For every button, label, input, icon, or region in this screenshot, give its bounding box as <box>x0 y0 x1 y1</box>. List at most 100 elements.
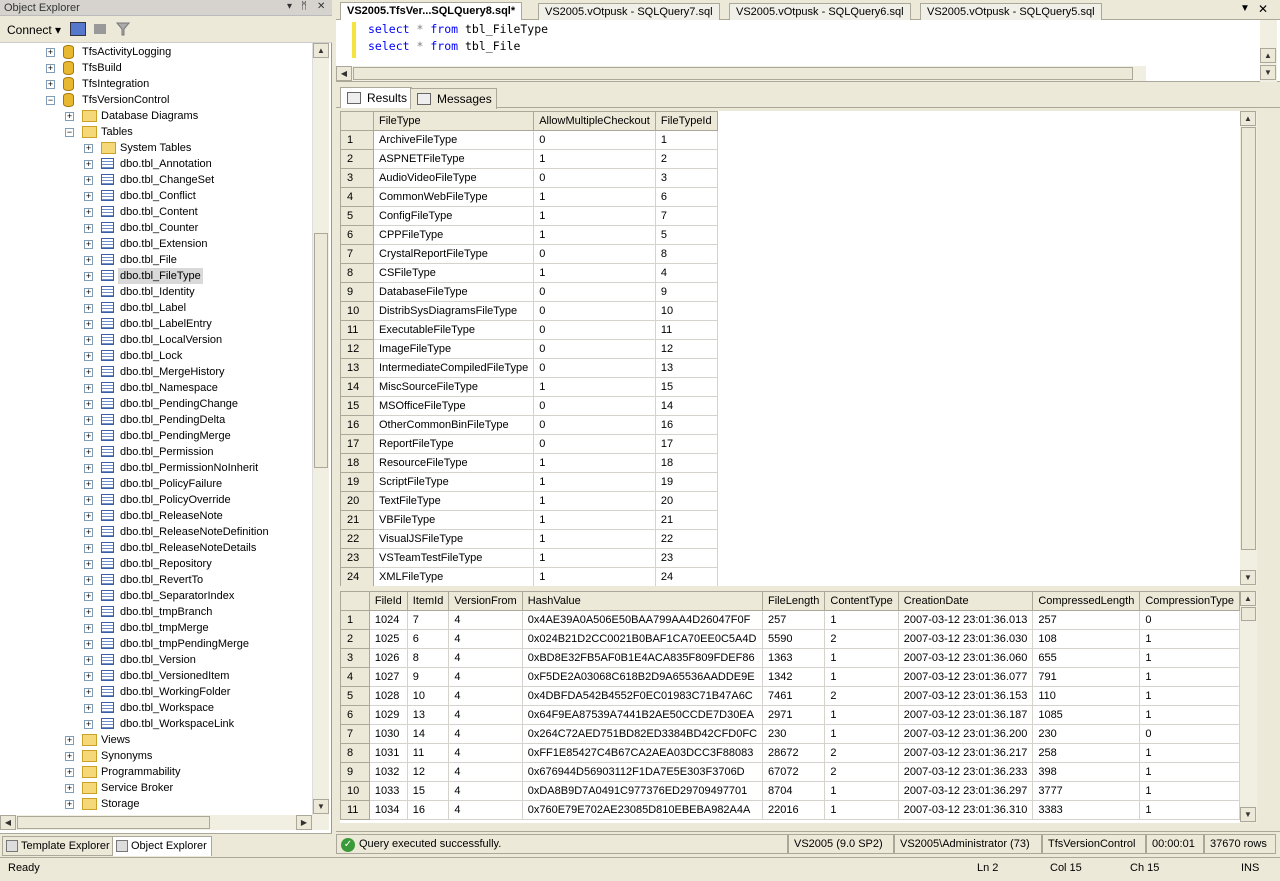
expand-icon[interactable]: + <box>84 656 93 665</box>
table-row[interactable]: 21 VBFileType 1 21 <box>340 510 718 530</box>
row-number[interactable]: 12 <box>340 339 374 359</box>
grid-cell[interactable]: 1 <box>1139 686 1240 706</box>
window-position-icon[interactable]: ▾ <box>287 1 292 12</box>
tree-node[interactable]: + Synonyms <box>0 748 312 764</box>
table-row[interactable]: 4 CommonWebFileType 1 6 <box>340 187 718 207</box>
expand-icon[interactable]: + <box>84 512 93 521</box>
grid-cell[interactable]: ArchiveFileType <box>372 130 535 150</box>
grid-cell[interactable]: 1026 <box>368 648 408 668</box>
expand-icon[interactable]: + <box>84 640 93 649</box>
expand-icon[interactable]: + <box>84 144 93 153</box>
row-number[interactable]: 3 <box>340 648 370 668</box>
row-number[interactable]: 6 <box>340 705 370 725</box>
tree-node-label[interactable]: dbo.tbl_PermissionNoInherit <box>118 460 260 476</box>
row-number[interactable]: 13 <box>340 358 374 378</box>
grid-cell[interactable]: 4 <box>448 629 523 649</box>
row-number[interactable]: 10 <box>340 301 374 321</box>
tree-node[interactable]: + Programmability <box>0 764 312 780</box>
scroll-left-arrow-icon[interactable]: ◀ <box>336 66 352 81</box>
grid-cell[interactable]: ExecutableFileType <box>372 320 535 340</box>
column-header[interactable]: VersionFrom <box>448 591 523 611</box>
grid-cell[interactable]: 0x760E79E702AE23085D810EBEBA982A4A <box>521 800 764 820</box>
scroll-thumb[interactable] <box>1241 607 1256 621</box>
grid-cell[interactable]: VSTeamTestFileType <box>372 548 535 568</box>
grid-cell[interactable]: 1 <box>533 453 656 473</box>
grid-cell[interactable]: 1 <box>1139 781 1240 801</box>
row-number[interactable]: 4 <box>340 667 370 687</box>
grid-cell[interactable]: 13 <box>406 705 450 725</box>
expand-icon[interactable]: + <box>84 688 93 697</box>
grid-cell[interactable]: 4 <box>448 724 523 744</box>
grid-cell[interactable]: 2 <box>824 762 899 782</box>
grid-cell[interactable]: 0 <box>533 244 656 264</box>
tree-node-label[interactable]: dbo.tbl_PendingChange <box>118 396 240 412</box>
grid-cell[interactable]: 5 <box>654 225 718 245</box>
table-row[interactable]: 8 1031 11 4 0xFF1E85427C4B67CA2AEA03DCC3F880… <box>340 743 1240 763</box>
grid-cell[interactable]: 0 <box>533 130 656 150</box>
expand-icon[interactable]: + <box>65 752 74 761</box>
tree-node-label[interactable]: dbo.tbl_VersionedItem <box>118 668 231 684</box>
grid-cell[interactable]: 258 <box>1032 743 1141 763</box>
row-number[interactable]: 14 <box>340 377 374 397</box>
collapse-icon[interactable]: − <box>65 128 74 137</box>
column-header[interactable]: FileTypeId <box>654 111 718 131</box>
expand-icon[interactable]: + <box>65 800 74 809</box>
grid-cell[interactable]: 6 <box>406 629 450 649</box>
grid-cell[interactable]: 10 <box>654 301 718 321</box>
table-row[interactable]: 5 1028 10 4 0x4DBFDA542B4552F0EC01983C71B47A… <box>340 686 1240 706</box>
grid-cell[interactable]: 19 <box>654 472 718 492</box>
grid-cell[interactable]: CommonWebFileType <box>372 187 535 207</box>
grid-cell[interactable]: 15 <box>406 781 450 801</box>
grid-cell[interactable]: 2007-03-12 23:01:36.217 <box>897 743 1034 763</box>
grid-cell[interactable]: 230 <box>762 724 826 744</box>
grid-cell[interactable]: 0 <box>533 434 656 454</box>
table-row[interactable]: 7 CrystalReportFileType 0 8 <box>340 244 718 264</box>
grid-cell[interactable]: 1028 <box>368 686 408 706</box>
grid-cell[interactable]: 0x024B21D2CC0021B0BAF1CA70EE0C5A4D <box>521 629 764 649</box>
tree-node[interactable]: + dbo.tbl_tmpBranch <box>0 604 312 620</box>
tree-node-label[interactable]: dbo.tbl_tmpPendingMerge <box>118 636 251 652</box>
row-number[interactable]: 11 <box>340 320 374 340</box>
grid-cell[interactable]: 3777 <box>1032 781 1141 801</box>
expand-icon[interactable]: + <box>84 240 93 249</box>
tree-node[interactable]: + TfsIntegration <box>0 76 312 92</box>
row-number[interactable]: 23 <box>340 548 374 568</box>
tree-node[interactable]: + dbo.tbl_SeparatorIndex <box>0 588 312 604</box>
tree-node-label[interactable]: dbo.tbl_ReleaseNoteDefinition <box>118 524 271 540</box>
grid-cell[interactable]: 4 <box>448 781 523 801</box>
grid-cell[interactable]: 2 <box>824 629 899 649</box>
tree-node[interactable]: + Service Broker <box>0 780 312 796</box>
grid-cell[interactable]: 7461 <box>762 686 826 706</box>
grid-cell[interactable]: 2007-03-12 23:01:36.077 <box>897 667 1034 687</box>
table-row[interactable]: 14 MiscSourceFileType 1 15 <box>340 377 718 397</box>
grid-cell[interactable]: 1 <box>1139 743 1240 763</box>
tree-node[interactable]: + dbo.tbl_PendingMerge <box>0 428 312 444</box>
stop-icon[interactable] <box>94 24 106 34</box>
row-number[interactable]: 21 <box>340 510 374 530</box>
tree-node[interactable]: + dbo.tbl_Namespace <box>0 380 312 396</box>
grid-cell[interactable]: 1024 <box>368 610 408 630</box>
grid-cell[interactable]: TextFileType <box>372 491 535 511</box>
grid-cell[interactable]: 22 <box>654 529 718 549</box>
tree-node[interactable]: + dbo.tbl_MergeHistory <box>0 364 312 380</box>
expand-icon[interactable]: + <box>84 496 93 505</box>
grid-cell[interactable]: DatabaseFileType <box>372 282 535 302</box>
tree-node-label[interactable]: TfsBuild <box>80 60 124 76</box>
grid-cell[interactable]: 0x4AE39A0A506E50BAA799AA4D26047F0F <box>521 610 764 630</box>
tree-node[interactable]: + dbo.tbl_Version <box>0 652 312 668</box>
grid-cell[interactable]: 4 <box>654 263 718 283</box>
row-number[interactable]: 6 <box>340 225 374 245</box>
grid-cell[interactable]: 3383 <box>1032 800 1141 820</box>
tree-node-label[interactable]: dbo.tbl_PolicyFailure <box>118 476 224 492</box>
tree-node-label[interactable]: dbo.tbl_Namespace <box>118 380 220 396</box>
expand-icon[interactable]: + <box>84 304 93 313</box>
scroll-down-arrow-icon[interactable]: ▼ <box>1260 65 1276 80</box>
grid-corner[interactable] <box>340 591 370 611</box>
tree-node-label[interactable]: dbo.tbl_Content <box>118 204 200 220</box>
grid-cell[interactable]: 1 <box>1139 648 1240 668</box>
grid-cell[interactable]: 1 <box>533 567 656 586</box>
grid-cell[interactable]: 0 <box>1139 724 1240 744</box>
expand-icon[interactable]: + <box>84 672 93 681</box>
editor-vertical-scrollbar[interactable]: ▲ ▼ <box>1260 20 1277 82</box>
tree-node[interactable]: + dbo.tbl_Lock <box>0 348 312 364</box>
